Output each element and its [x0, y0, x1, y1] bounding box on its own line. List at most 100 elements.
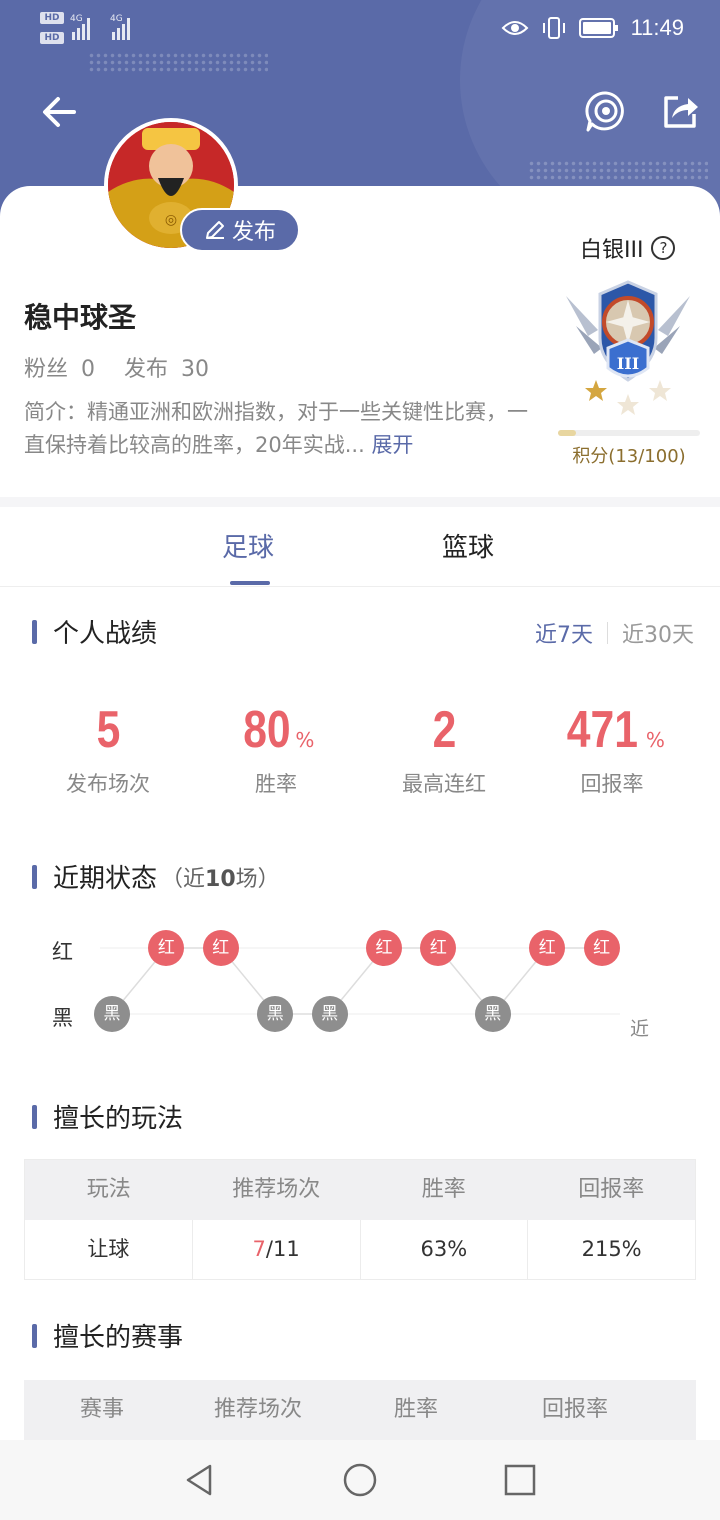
publish-count-label: 发布	[124, 357, 169, 382]
back-button[interactable]	[38, 90, 82, 134]
header-cell: 推荐场次	[232, 1177, 321, 1202]
vibrate-icon	[542, 17, 565, 39]
stat-value: 5	[96, 701, 120, 759]
help-icon[interactable]: ?	[651, 236, 676, 260]
score-label: 积分(13/100)	[572, 446, 686, 467]
subtitle-suffix: 场）	[235, 866, 280, 892]
decor-dots	[528, 160, 708, 182]
recent-form-subtitle: （近10场）	[161, 861, 280, 893]
eye-icon	[501, 21, 528, 35]
hits: 7	[252, 1237, 266, 1261]
table-row[interactable]: 让球 7/11 63% 215%	[25, 1220, 695, 1279]
intro-body: 简介：精通亚洲和欧洲指数，对于一些关键性比赛，一直保持着比较高的胜率，20年实战…	[24, 400, 528, 457]
header-cell: 回报率	[542, 1397, 609, 1422]
signal-group: HD HD 4G 4G	[40, 10, 150, 46]
recent-form-chart: 红 黑 近 黑红红黑黑红红黑红红	[0, 920, 720, 1040]
play-types-table: 玩法 推荐场次 胜率 回报率 让球 7/11 63% 215%	[24, 1159, 696, 1280]
nav-back-icon	[186, 1464, 212, 1496]
stat-value: 2	[432, 701, 456, 759]
events-title: 擅长的赛事	[32, 1317, 183, 1354]
stat-value: 80	[242, 701, 291, 759]
live-stream-icon	[585, 91, 624, 132]
result-dot: 红	[583, 930, 620, 966]
network-type: 4G	[70, 14, 83, 24]
signal-icon: 4G	[70, 14, 92, 40]
section-divider	[0, 497, 720, 507]
share-icon	[664, 96, 698, 128]
table-header: 玩法 推荐场次 胜率 回报率	[25, 1160, 695, 1220]
header-cell: 玩法	[86, 1177, 131, 1202]
form-trend-line	[111, 947, 602, 1016]
period-separator	[607, 622, 608, 644]
header-cell: 胜率	[421, 1177, 466, 1202]
title-marker	[32, 1323, 37, 1348]
network-type: 4G	[110, 14, 123, 24]
recommend-count-cell: 7/11	[193, 1220, 361, 1279]
period-switch: 近7天 近30天	[535, 617, 694, 649]
result-dot: 红	[202, 930, 239, 966]
nav-home-button[interactable]	[340, 1460, 380, 1500]
rank-badge: III	[558, 278, 698, 424]
header-cell: 胜率	[394, 1397, 439, 1422]
result-dot: 红	[529, 930, 566, 966]
status-right: 11:49	[501, 12, 684, 44]
stat-unit: %	[295, 728, 315, 752]
stat-value: 471	[566, 701, 639, 759]
expand-link[interactable]: 展开	[371, 433, 413, 457]
result-dot: 黑	[474, 996, 511, 1032]
stat-unit: %	[645, 728, 665, 752]
rank-label[interactable]: 白银III ?	[580, 232, 676, 264]
intro-text: 简介：精通亚洲和欧洲指数，对于一些关键性比赛，一直保持着比较高的胜率，20年实战…	[24, 396, 534, 462]
title-marker	[32, 864, 37, 889]
hd-badge: HD	[40, 32, 64, 44]
title-marker	[32, 1104, 37, 1129]
return-rate-cell: 215%	[581, 1237, 642, 1261]
section-title-text: 个人战绩	[53, 619, 158, 649]
clock: 11:49	[630, 15, 684, 40]
stat-label: 回报率	[580, 772, 644, 796]
score-progress-fill	[558, 430, 577, 436]
stat-publish-count: 5 发布场次	[28, 700, 188, 798]
period-30-days[interactable]: 近30天	[622, 617, 694, 649]
tab-basketball[interactable]: 篮球	[442, 527, 494, 564]
play-type-cell: 让球	[25, 1220, 193, 1279]
system-nav-bar	[0, 1440, 720, 1520]
header-cell: 推荐场次	[214, 1397, 303, 1422]
sport-tabs: 足球 篮球	[0, 507, 720, 587]
title-marker	[32, 619, 37, 644]
win-rate-cell: 63%	[361, 1220, 529, 1279]
result-dot: 黑	[257, 996, 294, 1032]
status-bar: HD HD 4G 4G 11:49	[0, 0, 720, 56]
publish-button[interactable]: 发布	[180, 208, 300, 252]
share-button[interactable]	[658, 90, 702, 134]
rank-name: 白银III	[580, 238, 644, 263]
section-title-text: 擅长的赛事	[53, 1323, 184, 1353]
events-table-header: 赛事 推荐场次 胜率 回报率	[24, 1380, 696, 1440]
subtitle-count: 10	[205, 866, 236, 892]
active-tab-indicator	[230, 581, 270, 585]
header-cell: 回报率	[578, 1177, 645, 1202]
score-progress-bar	[558, 430, 700, 436]
personal-record-title: 个人战绩	[32, 613, 157, 650]
total: /11	[265, 1237, 300, 1261]
period-7-days[interactable]: 近7天	[535, 617, 593, 649]
stat-win-rate: 80% 胜率	[196, 700, 356, 798]
username: 稳中球圣	[24, 301, 137, 334]
signal-icon: 4G	[110, 14, 132, 40]
tab-football[interactable]: 足球	[222, 527, 274, 564]
live-button[interactable]	[584, 90, 628, 134]
nav-home-icon	[343, 1463, 377, 1497]
play-types-title: 擅长的玩法	[32, 1098, 183, 1135]
nav-back-button[interactable]	[180, 1460, 220, 1500]
hd-badge: HD	[40, 12, 64, 24]
stat-max-streak: 2 最高连红	[364, 700, 524, 798]
pencil-icon	[205, 221, 224, 239]
stat-label: 发布场次	[66, 772, 150, 796]
battery-icon	[578, 18, 618, 38]
fans-count: 0	[81, 357, 96, 382]
section-title-text: 近期状态	[53, 864, 158, 894]
result-dot: 红	[366, 930, 402, 966]
publish-count: 30	[181, 357, 210, 382]
arrow-left-icon	[43, 97, 76, 127]
nav-recent-button[interactable]	[500, 1460, 540, 1500]
